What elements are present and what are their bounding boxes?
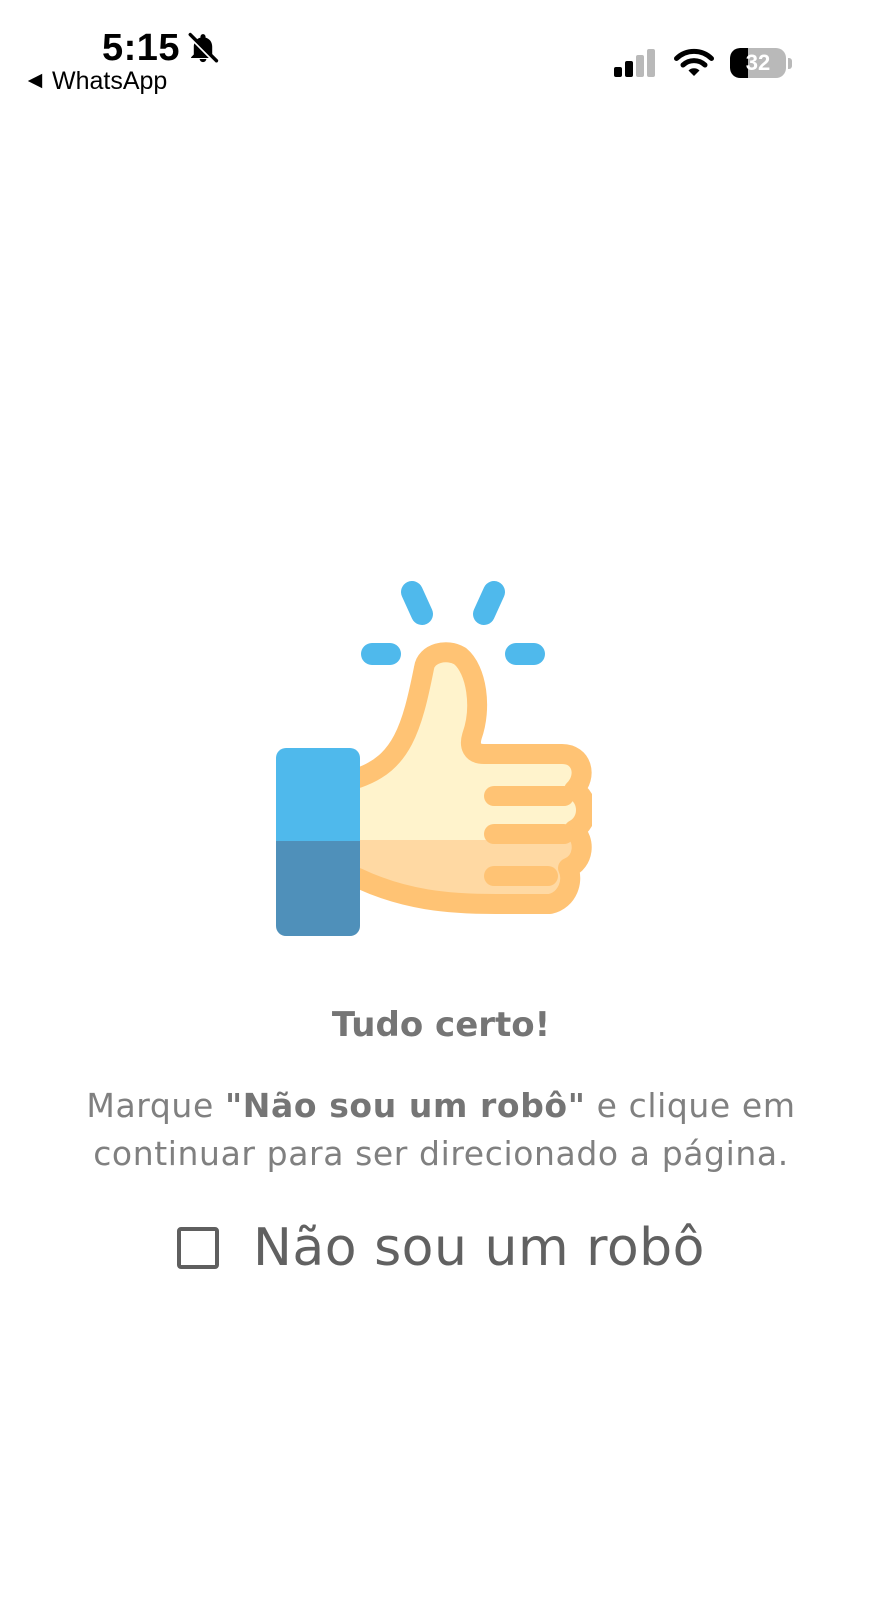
back-to-whatsapp-link[interactable]: WhatsApp bbox=[26, 66, 167, 96]
sparkle-line bbox=[473, 581, 505, 625]
status-bar: 5:15 WhatsApp 32 bbox=[0, 0, 882, 110]
hand-shape bbox=[348, 642, 592, 914]
not-a-robot-label[interactable]: Não sou um robô bbox=[253, 1216, 705, 1280]
instructions-text: Marque "Não sou um robô" e clique em con… bbox=[30, 1082, 852, 1178]
sparkle-line bbox=[401, 581, 433, 625]
instruction-bold: "Não sou um robô" bbox=[224, 1086, 586, 1125]
wifi-icon bbox=[674, 48, 714, 76]
thumbs-up-illustration bbox=[272, 578, 592, 940]
page-title: Tudo certo! bbox=[331, 1005, 551, 1045]
battery-cap bbox=[788, 57, 792, 69]
instruction-before: Marque bbox=[86, 1086, 225, 1125]
status-time: 5:15 bbox=[102, 27, 181, 69]
battery-icon: 32 bbox=[730, 47, 792, 79]
battery-level: 32 bbox=[745, 50, 771, 75]
back-label: WhatsApp bbox=[52, 67, 168, 95]
status-time-group: 5:15 bbox=[102, 26, 220, 70]
bell-slash-icon bbox=[188, 32, 219, 63]
not-a-robot-checkbox-row[interactable]: Não sou um robô bbox=[0, 1216, 882, 1280]
sleeve-shape bbox=[276, 748, 360, 936]
status-indicators: 32 bbox=[612, 47, 792, 79]
thumbs-up-icon bbox=[276, 581, 592, 936]
back-arrow-icon bbox=[27, 73, 43, 89]
battery-body: 32 bbox=[730, 48, 786, 78]
cellular-signal-icon bbox=[614, 49, 655, 77]
not-a-robot-checkbox[interactable] bbox=[176, 1227, 219, 1269]
